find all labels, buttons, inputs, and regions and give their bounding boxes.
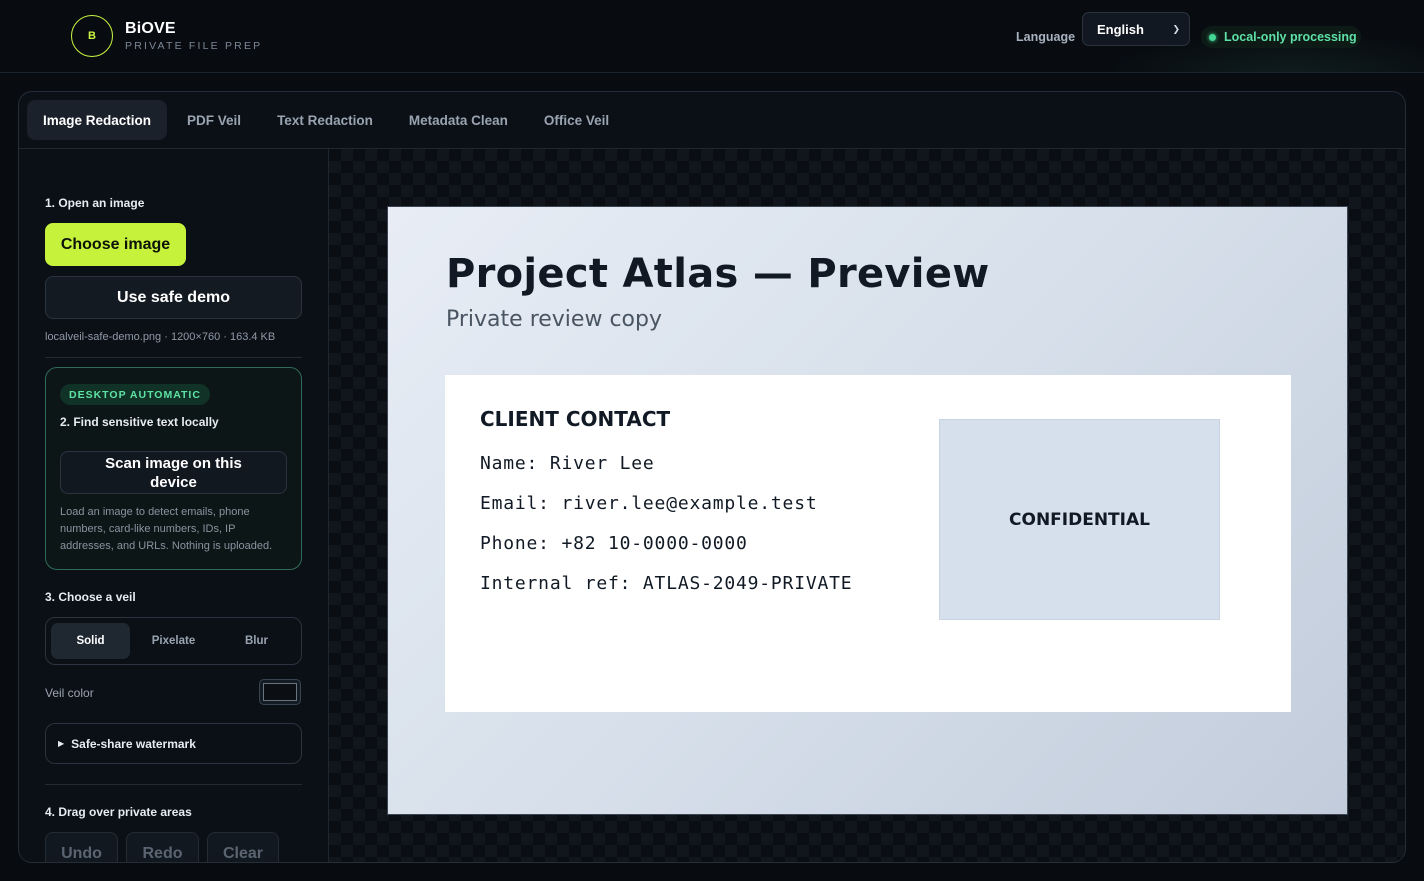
- local-status-badge: Local-only processing: [1201, 26, 1361, 48]
- tab-bar: Image Redaction PDF Veil Text Redaction …: [19, 92, 1405, 149]
- redo-button[interactable]: Redo: [126, 832, 199, 862]
- file-info: localveil-safe-demo.png · 1200×760 · 163…: [45, 331, 276, 343]
- contact-phone-line: Phone: +82 10-0000-0000: [480, 533, 748, 554]
- brand-subtitle: PRIVATE FILE PREP: [125, 40, 263, 52]
- tab-office-veil[interactable]: Office Veil: [528, 100, 625, 140]
- veil-color-swatch: [263, 683, 297, 701]
- tab-pdf-veil[interactable]: PDF Veil: [171, 100, 257, 140]
- choose-image-button[interactable]: Choose image: [45, 223, 186, 266]
- auto-detect-card: DESKTOP AUTOMATIC 2. Find sensitive text…: [45, 367, 302, 570]
- document-title: Project Atlas — Preview: [446, 251, 990, 297]
- veil-color-label: Veil color: [45, 686, 94, 700]
- client-contact-card: CLIENT CONTACT Name: River Lee Email: ri…: [445, 375, 1291, 712]
- tab-text-redaction[interactable]: Text Redaction: [261, 100, 389, 140]
- veil-color-picker[interactable]: [259, 679, 301, 705]
- veil-pixelate-option[interactable]: Pixelate: [134, 623, 213, 659]
- status-dot-icon: [1209, 33, 1216, 41]
- contact-ref-line: Internal ref: ATLAS-2049-PRIVATE: [480, 573, 853, 594]
- app-header: B BiOVE PRIVATE FILE PREP Language Engli…: [0, 0, 1424, 73]
- language-label: Language: [1016, 30, 1076, 44]
- watermark-label: Safe-share watermark: [71, 736, 196, 751]
- divider: [45, 784, 302, 785]
- divider: [45, 357, 302, 358]
- scan-image-button[interactable]: Scan image on this device: [60, 451, 287, 494]
- main-panel: Image Redaction PDF Veil Text Redaction …: [18, 91, 1406, 863]
- tab-image-redaction[interactable]: Image Redaction: [27, 100, 168, 140]
- document-preview[interactable]: Project Atlas — Preview Private review c…: [387, 206, 1348, 815]
- undo-button[interactable]: Undo: [45, 832, 118, 862]
- veil-blur-option[interactable]: Blur: [217, 623, 296, 659]
- logo-letter: B: [88, 30, 96, 42]
- brand-name: BiOVE: [125, 20, 176, 37]
- scan-description: Load an image to detect emails, phone nu…: [60, 506, 273, 552]
- step1-title: 1. Open an image: [45, 196, 145, 210]
- step3-title: 3. Choose a veil: [45, 590, 136, 604]
- watermark-toggle[interactable]: ▶ Safe-share watermark: [45, 723, 302, 764]
- sidebar: 1. Open an image Choose image Use safe d…: [19, 149, 329, 862]
- chevron-down-icon: ❯: [1172, 23, 1180, 34]
- preview-canvas[interactable]: Project Atlas — Preview Private review c…: [329, 149, 1405, 862]
- use-safe-demo-button[interactable]: Use safe demo: [45, 276, 302, 319]
- step4-title: 4. Drag over private areas: [45, 805, 192, 819]
- status-text: Local-only processing: [1224, 30, 1357, 44]
- logo: B: [71, 15, 113, 57]
- contact-name-line: Name: River Lee: [480, 453, 655, 474]
- confidential-box: CONFIDENTIAL: [939, 419, 1220, 620]
- clear-button[interactable]: Clear: [207, 832, 279, 862]
- desktop-automatic-badge: DESKTOP AUTOMATIC: [60, 384, 210, 405]
- confidential-label: CONFIDENTIAL: [1009, 509, 1150, 530]
- veil-solid-option[interactable]: Solid: [51, 623, 130, 659]
- contact-email-line: Email: river.lee@example.test: [480, 493, 818, 514]
- step2-title: 2. Find sensitive text locally: [60, 415, 219, 429]
- veil-mode-selector: Solid Pixelate Blur: [45, 617, 302, 665]
- language-select[interactable]: English ❯: [1082, 12, 1190, 46]
- triangle-right-icon: ▶: [58, 739, 65, 748]
- language-value: English: [1097, 21, 1144, 37]
- document-subtitle: Private review copy: [446, 307, 662, 332]
- tab-metadata-clean[interactable]: Metadata Clean: [393, 100, 524, 140]
- card-heading: CLIENT CONTACT: [480, 407, 671, 431]
